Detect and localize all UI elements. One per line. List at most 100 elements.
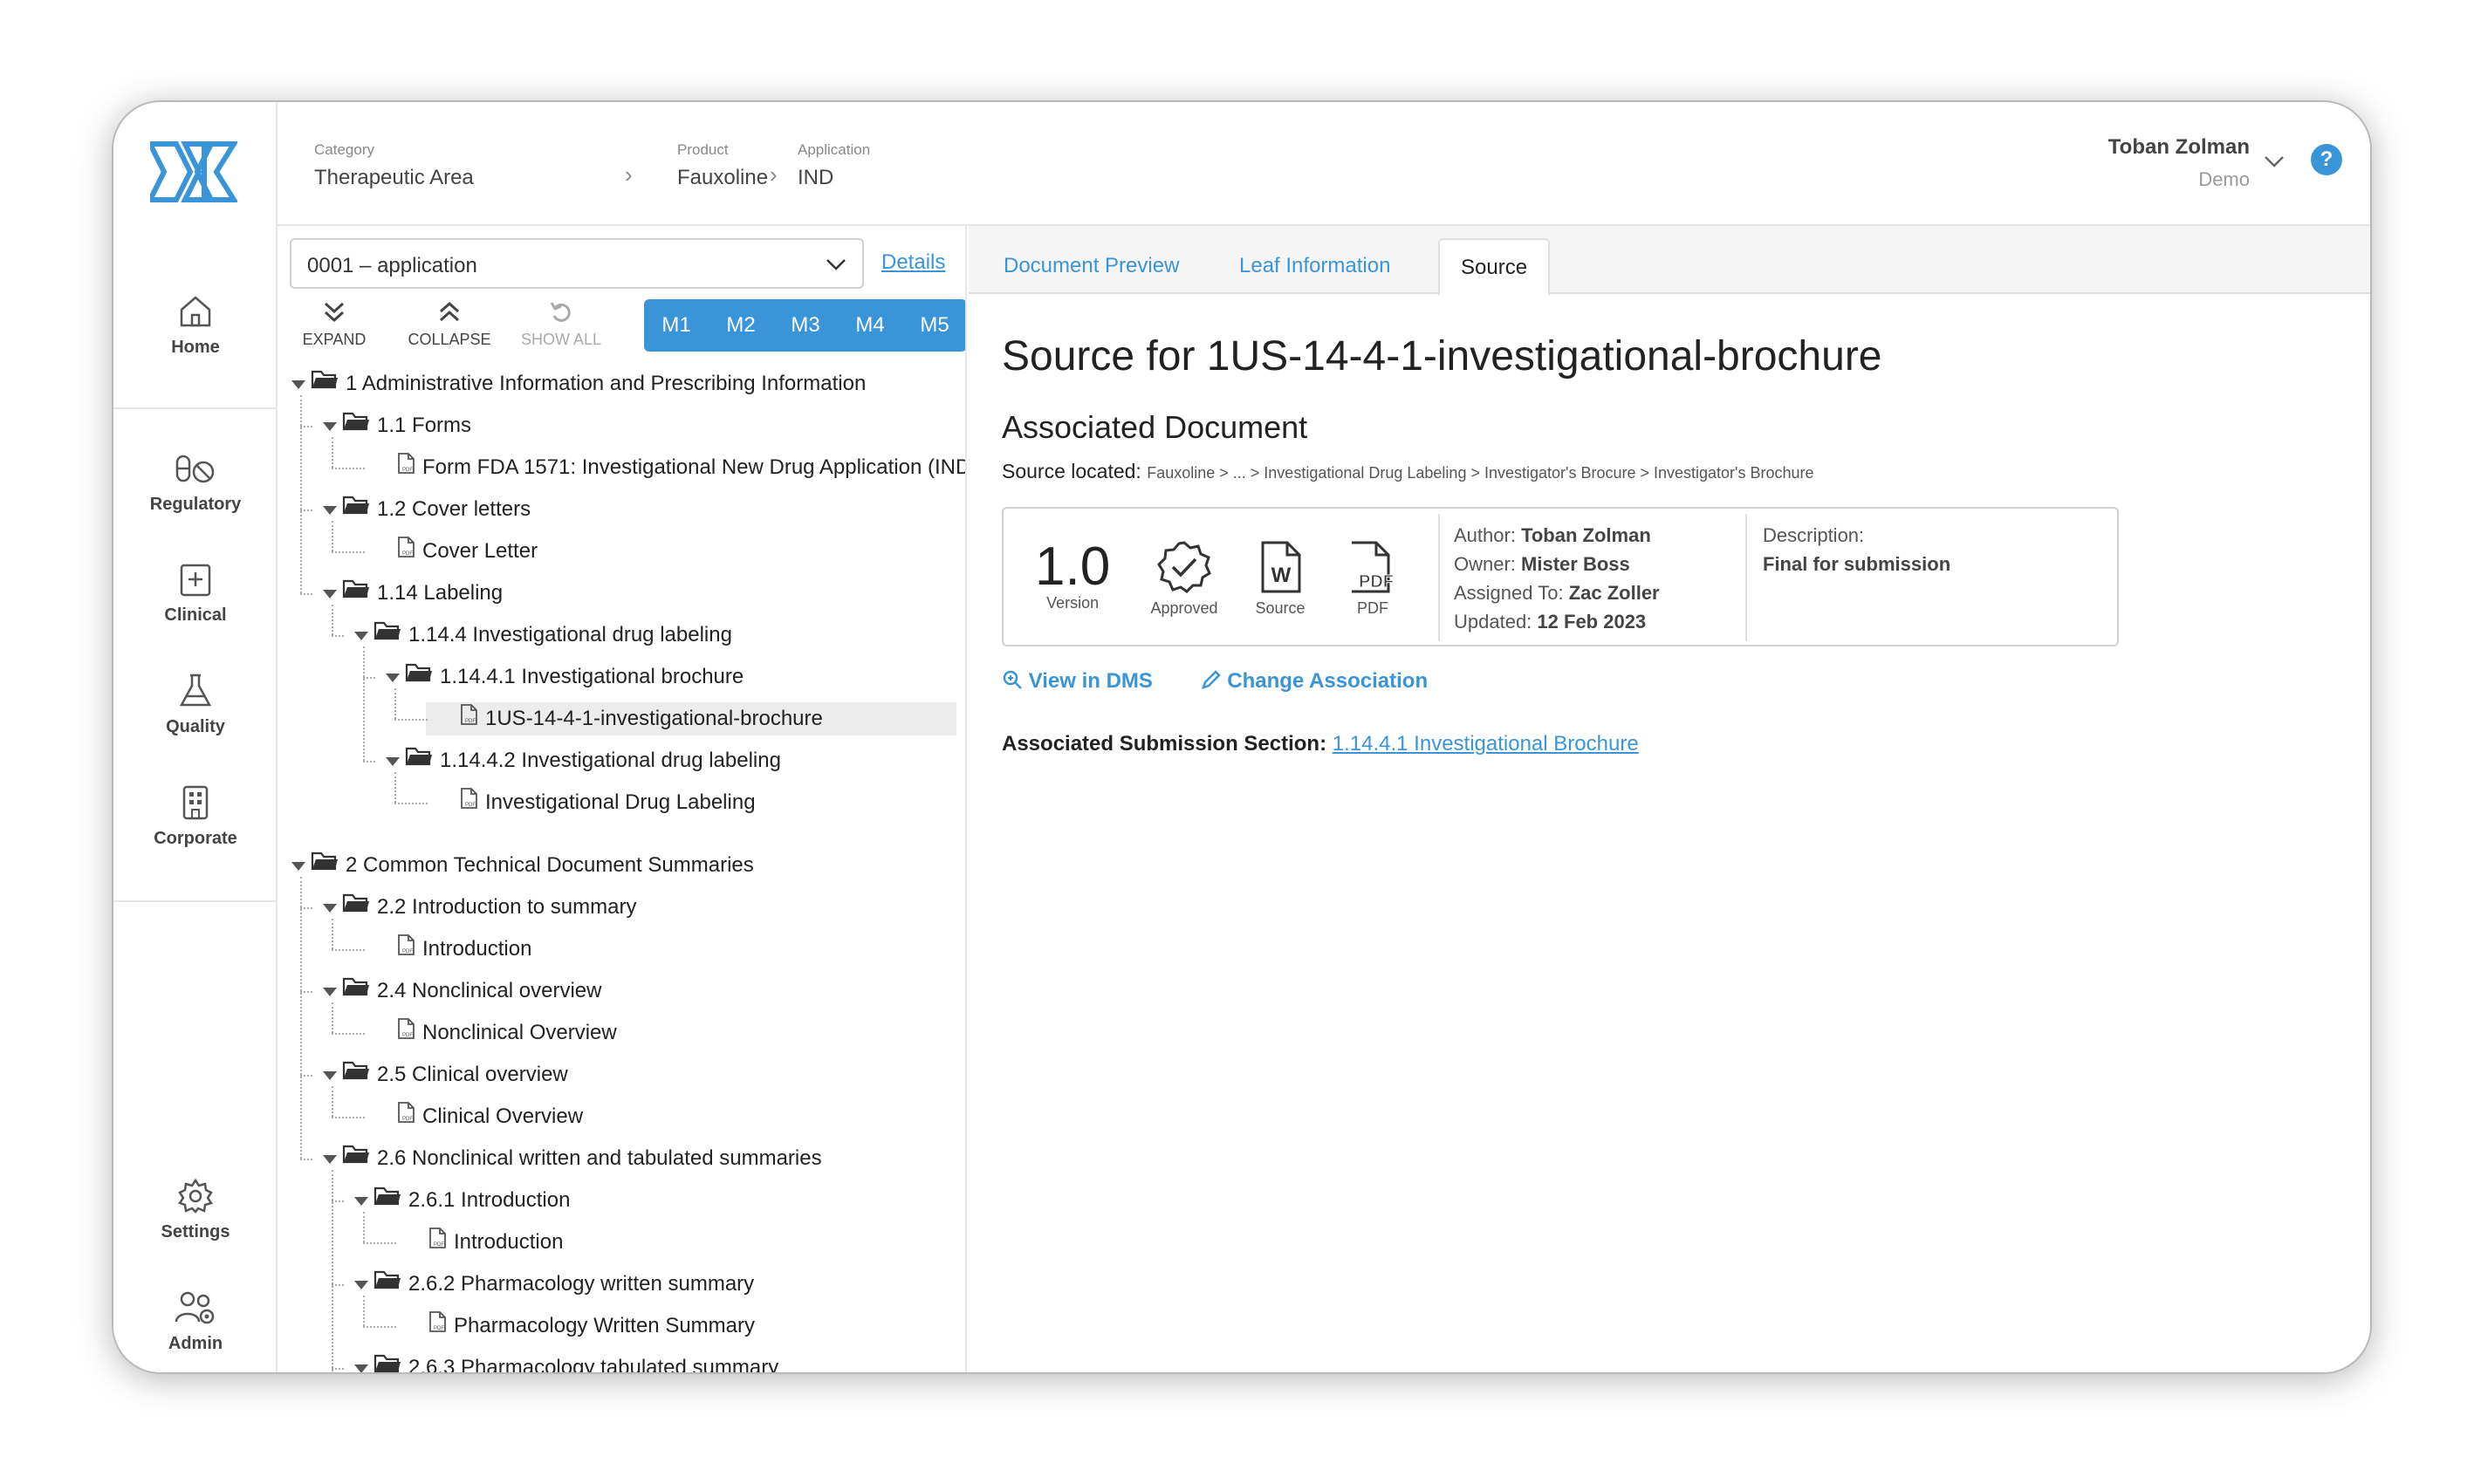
nav-quality-label: Quality: [166, 717, 225, 736]
tree-folder[interactable]: 2.6.2 Pharmacology written summary: [373, 1266, 754, 1303]
nav-regulatory[interactable]: Regulatory: [113, 449, 278, 515]
expand-toggle[interactable]: [291, 862, 305, 871]
expand-toggle[interactable]: [291, 380, 305, 389]
tree-item-label: 2.6.3 Pharmacology tabulated summary: [408, 1356, 779, 1372]
breadcrumb-value: Fauxoline: [677, 166, 769, 189]
details-link[interactable]: Details: [881, 250, 945, 275]
tree-folder[interactable]: 1.2 Cover letters: [342, 491, 531, 528]
expand-toggle[interactable]: [323, 506, 337, 515]
expand-toggle[interactable]: [386, 674, 400, 682]
tree-folder[interactable]: 2.6.1 Introduction: [373, 1182, 570, 1219]
tree-folder[interactable]: 2.6.3 Pharmacology tabulated summary: [373, 1350, 778, 1372]
tree-document[interactable]: PDF Introduction: [396, 931, 531, 968]
pdf-file-icon: PDF: [428, 1309, 447, 1345]
tab-document-preview[interactable]: Document Preview: [983, 238, 1200, 294]
tree-folder[interactable]: 1.1 Forms: [342, 407, 471, 444]
module-m1-button[interactable]: M1: [644, 299, 709, 352]
expand-toggle[interactable]: [386, 757, 400, 766]
expand-toggle[interactable]: [323, 1071, 337, 1080]
expand-toggle[interactable]: [323, 904, 337, 913]
tree-folder[interactable]: 1.14.4.1 Investigational brochure: [405, 659, 744, 695]
tree-connector: [332, 1170, 333, 1372]
app-logo[interactable]: [150, 137, 237, 207]
page-title: Source for 1US-14-4-1-investigational-br…: [1002, 333, 1882, 380]
sidebar: Home Regulatory Clinical Quality Corpora…: [113, 102, 278, 1372]
tree-folder[interactable]: 2.2 Introduction to summary: [342, 889, 636, 926]
module-m4-button[interactable]: M4: [838, 299, 902, 352]
app-window: Home Regulatory Clinical Quality Corpora…: [112, 100, 2372, 1374]
module-m5-button[interactable]: M5: [902, 299, 965, 352]
tree-connector: [394, 772, 396, 803]
tree-folder[interactable]: 1.14 Labeling: [342, 575, 503, 612]
application-select[interactable]: 0001 – application: [290, 238, 864, 289]
tree-folder[interactable]: 1.14.4.2 Investigational drug labeling: [405, 742, 781, 779]
tree-document[interactable]: PDF Nonclinical Overview: [396, 1015, 617, 1051]
regulatory-icon: [175, 455, 215, 483]
breadcrumb-product[interactable]: Product Fauxoline: [677, 141, 768, 190]
module-m2-button[interactable]: M2: [709, 299, 773, 352]
module-m3-button[interactable]: M3: [773, 299, 838, 352]
pdf-file-button[interactable]: PDF PDF: [1333, 540, 1412, 618]
folder-open-icon: [342, 576, 370, 612]
help-button[interactable]: ?: [2311, 144, 2342, 175]
nav-corporate-label: Corporate: [154, 829, 237, 848]
top-bar: Category Therapeutic Area › Product Faux…: [278, 102, 2370, 226]
nav-quality[interactable]: Quality: [113, 672, 278, 737]
expand-toggle[interactable]: [354, 1197, 368, 1206]
nav-home[interactable]: Home: [113, 292, 278, 358]
breadcrumb-category[interactable]: Category Therapeutic Area: [314, 141, 474, 190]
show-all-button[interactable]: SHOW ALL: [513, 299, 609, 349]
tree-folder[interactable]: 2.4 Nonclinical overview: [342, 973, 601, 1009]
tree-document[interactable]: PDF Form FDA 1571: Investigational New Dr…: [396, 449, 967, 486]
tree-connector: [363, 1296, 365, 1326]
tree-folder[interactable]: 2.5 Clinical overview: [342, 1057, 568, 1093]
nav-corporate[interactable]: Corporate: [113, 783, 278, 849]
tree-connector: [300, 907, 312, 909]
tree-item-label: 2.5 Clinical overview: [377, 1063, 568, 1086]
nav-admin[interactable]: Admin: [113, 1289, 278, 1354]
change-association-link[interactable]: Change Association: [1201, 669, 1449, 693]
user-menu[interactable]: Toban Zolman Demo: [2108, 135, 2250, 191]
associated-section-link[interactable]: 1.14.4.1 Investigational Brochure: [1333, 732, 1639, 756]
tree-folder[interactable]: 1 Administrative Information and Prescri…: [311, 366, 866, 402]
tab-source[interactable]: Source: [1438, 238, 1551, 296]
tree-document[interactable]: PDF Investigational Drug Labeling: [459, 784, 756, 821]
tree-document[interactable]: PDF 1US-14-4-1-investigational-brochure: [459, 701, 823, 737]
pdf-file-icon: PDF: [459, 701, 478, 738]
expand-toggle[interactable]: [354, 1281, 368, 1289]
svg-text:PDF: PDF: [434, 1242, 444, 1248]
expand-button[interactable]: EXPAND: [286, 299, 382, 349]
expand-toggle[interactable]: [354, 1364, 368, 1372]
nav-clinical[interactable]: Clinical: [113, 560, 278, 626]
tree-panel: 0001 – application Details EXPAND COLLAP…: [278, 226, 967, 1372]
associated-document-heading: Associated Document: [1002, 409, 1308, 445]
nav-settings[interactable]: Settings: [113, 1177, 278, 1242]
expand-toggle[interactable]: [354, 632, 368, 640]
tree-item-label: Form FDA 1571: Investigational New Drug …: [422, 455, 967, 479]
collapse-button[interactable]: COLLAPSE: [401, 299, 497, 349]
detail-panel: Document Preview Leaf Information Source…: [969, 226, 2370, 1372]
breadcrumb-application[interactable]: Application IND: [798, 141, 870, 190]
source-file-button[interactable]: W Source: [1241, 540, 1319, 618]
expand-toggle[interactable]: [323, 988, 337, 996]
tree-document[interactable]: PDF Pharmacology Written Summary: [428, 1308, 755, 1344]
expand-toggle[interactable]: [323, 1155, 337, 1164]
expand-toggle[interactable]: [323, 422, 337, 431]
associated-section-label: Associated Submission Section:: [1002, 732, 1327, 756]
source-location-path[interactable]: Fauxoline > ... > Investigational Drug L…: [1147, 464, 1813, 482]
svg-text:PDF: PDF: [402, 551, 413, 557]
tree-folder[interactable]: 2.6 Nonclinical written and tabulated su…: [342, 1140, 822, 1177]
tree-folder[interactable]: 1.14.4 Investigational drug labeling: [373, 617, 732, 653]
tree-folder[interactable]: 2 Common Technical Document Summaries: [311, 847, 754, 884]
tree-document[interactable]: PDF Introduction: [428, 1224, 563, 1261]
tree-connector: [332, 949, 365, 951]
chevron-down-icon[interactable]: [2264, 154, 2285, 168]
view-in-dms-link[interactable]: View in DMS: [1002, 669, 1180, 693]
pdf-file-icon: PDF: [459, 785, 478, 822]
expand-toggle[interactable]: [323, 590, 337, 598]
expand-label: EXPAND: [302, 331, 367, 348]
tree-document[interactable]: PDF Clinical Overview: [396, 1098, 583, 1135]
tree-document[interactable]: PDF Cover Letter: [396, 533, 538, 570]
tree-connector: [300, 991, 312, 993]
tab-leaf-information[interactable]: Leaf Information: [1218, 238, 1411, 294]
